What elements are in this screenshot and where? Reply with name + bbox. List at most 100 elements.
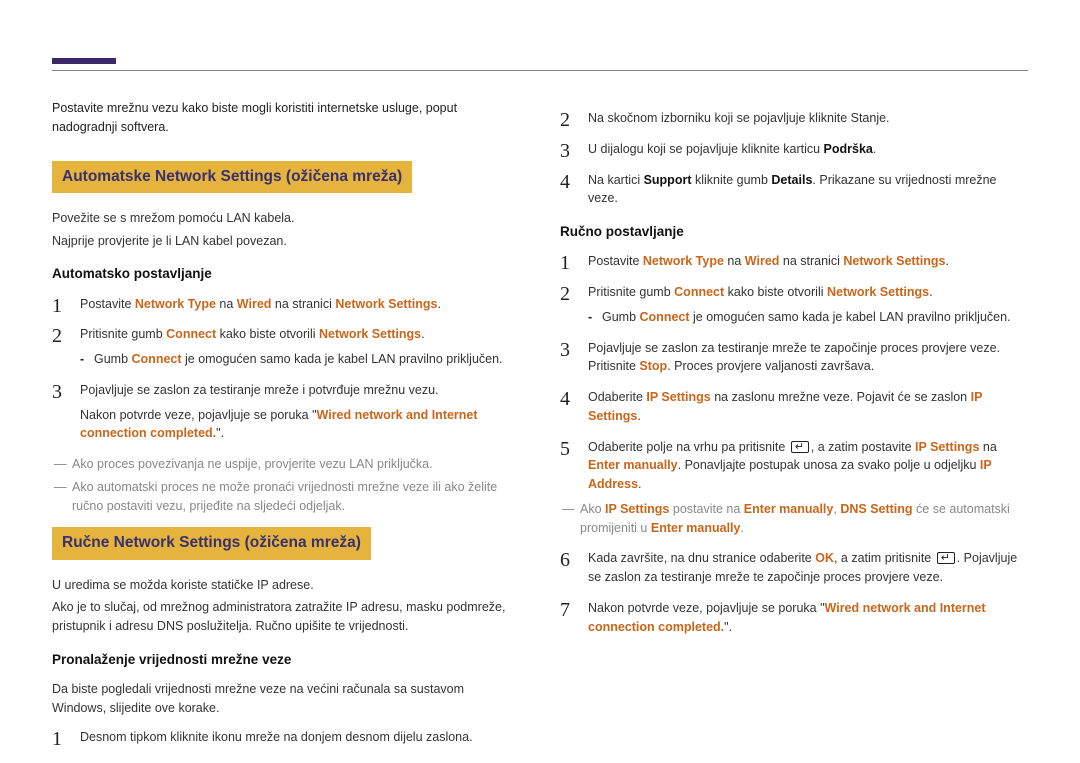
list-item: Pojavljuje se zaslon za testiranje mreže… <box>52 381 520 443</box>
text: Odaberite polje na vrhu pa pritisnite <box>588 440 789 454</box>
text: . Proces provjere valjanosti završava. <box>667 359 874 373</box>
text: Nakon potvrde veze, pojavljuje se poruka… <box>80 408 317 422</box>
enter-key-icon <box>791 441 809 453</box>
highlight: Connect <box>166 327 216 341</box>
find-values-steps-continued: Na skočnom izborniku koji se pojavljuje … <box>560 109 1028 208</box>
text: Na kartici <box>588 173 644 187</box>
highlight: IP Settings <box>605 502 669 516</box>
highlight: IP Settings <box>915 440 979 454</box>
list-item: Odaberite polje na vrhu pa pritisnite , … <box>560 438 1028 538</box>
text: je omogućen samo kada je kabel LAN pravi… <box>182 352 503 366</box>
text: Pojavljuje se zaslon za testiranje mreže… <box>80 383 439 397</box>
text: , a zatim pritisnite <box>834 551 935 565</box>
highlight: Connect <box>674 285 724 299</box>
text: Ako <box>580 502 605 516</box>
text: Pritisnite gumb <box>588 285 674 299</box>
highlight: Connect <box>640 310 690 324</box>
list-item: Postavite Network Type na Wired na stran… <box>52 295 520 314</box>
text: . Ponavljajte postupak unosa za svako po… <box>678 458 980 472</box>
subheading-find-values: Pronalaženje vrijednosti mrežne veze <box>52 650 520 670</box>
list-item: U dijalogu koji se pojavljuje kliknite k… <box>560 140 1028 159</box>
text: kako biste otvorili <box>724 285 827 299</box>
auto-setup-steps: Postavite Network Type na Wired na stran… <box>52 295 520 444</box>
sub-list-item: Gumb Connect je omogućen samo kada je ka… <box>588 308 1028 327</box>
highlight: Network Type <box>135 297 216 311</box>
list-item: Odaberite IP Settings na zaslonu mrežne … <box>560 388 1028 426</box>
text: Odaberite <box>588 390 646 404</box>
text: . <box>421 327 424 341</box>
highlight: Stop <box>639 359 667 373</box>
text: je omogućen samo kada je kabel LAN pravi… <box>690 310 1011 324</box>
text: Postavite <box>588 254 643 268</box>
note-item: Ako IP Settings postavite na Enter manua… <box>562 500 1028 538</box>
text: ". <box>724 620 732 634</box>
text: Gumb <box>602 310 640 324</box>
section-heading-auto: Automatske Network Settings (ožičena mre… <box>52 161 412 193</box>
paragraph: Da biste pogledali vrijednosti mrežne ve… <box>52 680 520 718</box>
highlight: Network Settings <box>319 327 421 341</box>
highlight: Network Settings <box>827 285 929 299</box>
horizontal-rule <box>52 70 1028 71</box>
text: . <box>741 521 744 535</box>
note-item: Ako proces povezivanja ne uspije, provje… <box>54 455 520 474</box>
text: kako biste otvorili <box>216 327 319 341</box>
text: . <box>637 409 640 423</box>
list-item: Nakon potvrde veze, pojavljuje se poruka… <box>560 599 1028 637</box>
find-values-steps: Desnom tipkom kliknite ikonu mreže na do… <box>52 728 520 747</box>
text: na <box>724 254 745 268</box>
text: , a zatim postavite <box>811 440 915 454</box>
highlight: IP Settings <box>646 390 710 404</box>
list-item: Kada završite, na dnu stranice odaberite… <box>560 549 1028 587</box>
bold: Podrška <box>824 142 873 156</box>
text: . <box>638 477 641 491</box>
highlight: Enter manually <box>588 458 678 472</box>
text: na stranici <box>779 254 843 268</box>
grey-notes: Ako IP Settings postavite na Enter manua… <box>562 500 1028 538</box>
left-column: Postavite mrežnu vezu kako biste mogli k… <box>52 99 520 758</box>
text: U dijalogu koji se pojavljuje kliknite k… <box>588 142 824 156</box>
text: Pritisnite gumb <box>80 327 166 341</box>
right-column: Na skočnom izborniku koji se pojavljuje … <box>560 99 1028 758</box>
text: na <box>216 297 237 311</box>
text: postavite na <box>669 502 743 516</box>
note-item: Ako automatski proces ne može pronaći vr… <box>54 478 520 516</box>
highlight: Network Type <box>643 254 724 268</box>
list-item: Na skočnom izborniku koji se pojavljuje … <box>560 109 1028 128</box>
list-item: Pritisnite gumb Connect kako biste otvor… <box>52 325 520 369</box>
text: . <box>873 142 876 156</box>
bold: Details <box>771 173 812 187</box>
document-page: Postavite mrežnu vezu kako biste mogli k… <box>0 0 1080 758</box>
after-note: Nakon potvrde veze, pojavljuje se poruka… <box>80 406 520 444</box>
two-column-layout: Postavite mrežnu vezu kako biste mogli k… <box>52 99 1028 758</box>
list-item: Na kartici Support kliknite gumb Details… <box>560 171 1028 209</box>
list-item: Pojavljuje se zaslon za testiranje mreže… <box>560 339 1028 377</box>
intro-text: Postavite mrežnu vezu kako biste mogli k… <box>52 99 520 137</box>
text: ". <box>216 426 224 440</box>
paragraph: U uredima se možda koriste statičke IP a… <box>52 576 520 595</box>
enter-key-icon <box>937 552 955 564</box>
highlight: Network Settings <box>843 254 945 268</box>
text: na <box>979 440 996 454</box>
highlight: DNS Setting <box>840 502 912 516</box>
sub-list: Gumb Connect je omogućen samo kada je ka… <box>588 308 1028 327</box>
text: Gumb <box>94 352 132 366</box>
highlight: Network Settings <box>335 297 437 311</box>
text: na zaslonu mrežne veze. Pojavit će se za… <box>711 390 971 404</box>
text: Postavite <box>80 297 135 311</box>
text: . <box>929 285 932 299</box>
paragraph: Ako je to slučaj, od mrežnog administrat… <box>52 598 520 636</box>
list-item: Desnom tipkom kliknite ikonu mreže na do… <box>52 728 520 747</box>
accent-bar <box>52 58 116 64</box>
sub-list: Gumb Connect je omogućen samo kada je ka… <box>80 350 520 369</box>
highlight: Enter manually <box>651 521 741 535</box>
manual-setup-steps: Postavite Network Type na Wired na stran… <box>560 252 1028 636</box>
grey-notes: Ako proces povezivanja ne uspije, provje… <box>54 455 520 515</box>
subheading-manual-setup: Ručno postavljanje <box>560 222 1028 242</box>
text: na stranici <box>271 297 335 311</box>
bold: Support <box>644 173 692 187</box>
text: Nakon potvrde veze, pojavljuje se poruka… <box>588 601 825 615</box>
highlight: Connect <box>132 352 182 366</box>
text: . <box>437 297 440 311</box>
section-heading-manual: Ručne Network Settings (ožičena mreža) <box>52 527 371 559</box>
subheading-auto-setup: Automatsko postavljanje <box>52 264 520 284</box>
